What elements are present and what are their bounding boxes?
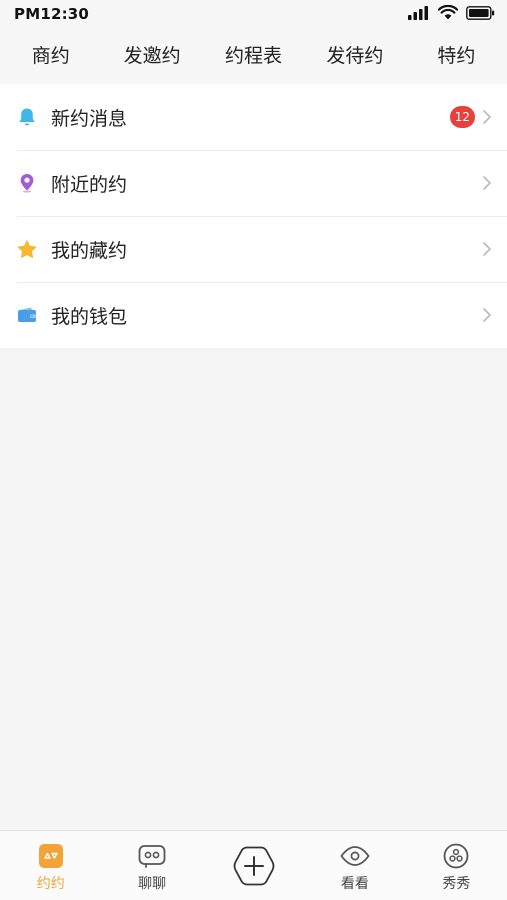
chevron-right-icon: [483, 241, 493, 257]
menu-item-nearby[interactable]: 附近的约: [0, 150, 507, 216]
nav-item-add[interactable]: [203, 831, 304, 900]
menu-item-favorites[interactable]: 我的藏约: [0, 216, 507, 282]
nav-label: 约约: [36, 876, 65, 892]
status-bar: PM12:30: [0, 0, 507, 28]
tab-fadaiyue[interactable]: 发待约: [304, 28, 405, 84]
wifi-icon: [437, 4, 459, 24]
eye-icon: [340, 842, 370, 870]
menu-list: 新约消息 12 附近的约 我的藏约 我的钱包: [0, 84, 507, 348]
app-screen: PM12:30 商约 发邀约 约程表 发待约 特约 新约消息 12 附近的约 我…: [0, 0, 507, 900]
add-icon: [233, 844, 275, 888]
chevron-right-icon: [483, 175, 493, 191]
nav-item-watch[interactable]: 看看: [304, 831, 405, 900]
menu-item-right: [483, 175, 493, 191]
menu-item-label: 附近的约: [51, 173, 128, 196]
wallet-icon: [17, 305, 37, 325]
tab-teyue[interactable]: 特约: [406, 28, 507, 84]
nav-label: 秀秀: [442, 876, 471, 892]
chevron-right-icon: [483, 109, 493, 125]
tab-shangyue[interactable]: 商约: [0, 28, 101, 84]
nav-item-chat[interactable]: 聊聊: [101, 831, 202, 900]
status-time: PM12:30: [14, 5, 90, 23]
nav-label: 看看: [340, 876, 369, 892]
unread-badge: 12: [449, 106, 475, 128]
showcase-icon: [443, 842, 469, 870]
menu-item-label: 我的钱包: [51, 305, 128, 328]
menu-item-right: 12: [449, 106, 493, 128]
tab-fayaoyue[interactable]: 发邀约: [101, 28, 202, 84]
menu-item-label: 我的藏约: [51, 239, 128, 262]
chevron-right-icon: [483, 307, 493, 323]
top-tabs: 商约 发邀约 约程表 发待约 特约: [0, 28, 507, 84]
signal-icon: [408, 5, 430, 24]
chat-icon: [138, 842, 166, 870]
bell-icon: [17, 107, 37, 127]
star-icon: [17, 239, 37, 259]
menu-item-right: [483, 307, 493, 323]
nav-label: 聊聊: [138, 876, 167, 892]
menu-item-right: [483, 241, 493, 257]
menu-item-new-messages[interactable]: 新约消息 12: [0, 84, 507, 150]
nav-item-yueyue[interactable]: 约约: [0, 831, 101, 900]
menu-item-wallet[interactable]: 我的钱包: [0, 282, 507, 348]
tab-yuechengbiao[interactable]: 约程表: [203, 28, 304, 84]
battery-icon: [466, 5, 495, 24]
menu-item-label: 新约消息: [51, 107, 128, 130]
location-pin-icon: [17, 173, 37, 193]
status-icons: [408, 4, 495, 24]
nav-item-show[interactable]: 秀秀: [406, 831, 507, 900]
yueyue-icon: [38, 842, 64, 870]
bottom-nav: 约约 聊聊 看看 秀秀: [0, 830, 507, 900]
